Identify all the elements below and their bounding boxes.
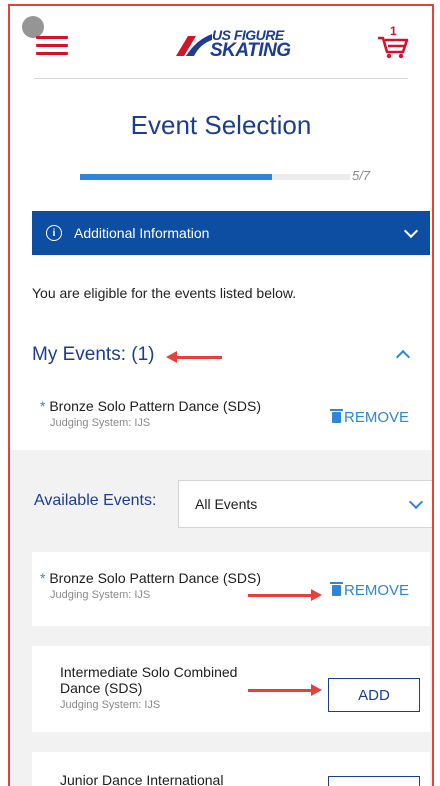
chevron-down-icon xyxy=(408,494,424,510)
add-event-button[interactable] xyxy=(328,776,420,786)
available-event-judging: Judging System: IJS xyxy=(60,699,161,711)
my-events-collapse-chevron-up-icon[interactable] xyxy=(395,349,411,365)
annotation-arrow-left xyxy=(166,351,222,363)
hamburger-icon[interactable] xyxy=(36,34,68,56)
available-event-judging: Judging System: IJS xyxy=(50,589,151,601)
available-event-card: * Bronze Solo Pattern Dance (SDS) Judgin… xyxy=(32,552,430,626)
my-event-remove-button[interactable]: REMOVE xyxy=(330,409,410,426)
trash-icon xyxy=(330,409,343,423)
available-event-name: Bronze Solo Pattern Dance (SDS) xyxy=(49,570,261,586)
info-icon: i xyxy=(46,225,62,241)
progress-bar-fill xyxy=(80,174,272,180)
available-event-name-line1: Intermediate Solo Combined xyxy=(60,664,238,680)
us-figure-skating-logo[interactable]: US FIGURE SKATING xyxy=(174,26,294,62)
header-divider xyxy=(34,78,408,79)
screenshot-frame: US FIGURE SKATING 1 Event Selection 5/7 … xyxy=(8,4,434,786)
available-events-label: Available Events: xyxy=(34,492,157,509)
additional-information-label: Additional Information xyxy=(74,225,210,241)
my-event-name: Bronze Solo Pattern Dance (SDS) xyxy=(49,398,261,414)
available-event-name: Junior Dance International xyxy=(60,772,224,786)
available-event-card: Junior Dance International xyxy=(32,752,430,786)
remove-label: REMOVE xyxy=(344,409,410,426)
available-event-card: Intermediate Solo Combined Dance (SDS) J… xyxy=(32,646,430,732)
additional-information-toggle[interactable]: i Additional Information xyxy=(32,211,430,255)
cart-count-badge: 1 xyxy=(390,24,397,38)
progress-step-label: 5/7 xyxy=(352,168,371,183)
page-title: Event Selection xyxy=(130,110,312,140)
required-star: * xyxy=(40,398,46,414)
my-event-judging: Judging System: IJS xyxy=(50,417,151,429)
event-filter-value: All Events xyxy=(195,496,258,512)
event-filter-select[interactable]: All Events xyxy=(178,480,432,528)
annotation-arrow-right xyxy=(248,684,322,696)
cart-button[interactable]: 1 xyxy=(376,24,410,60)
logo-text-line2: SKATING xyxy=(210,40,291,61)
chevron-down-icon xyxy=(403,223,419,239)
eligibility-message: You are eligible for the events listed b… xyxy=(32,285,297,301)
trash-icon xyxy=(330,582,343,596)
app-header: US FIGURE SKATING 1 xyxy=(10,6,432,78)
remove-label: REMOVE xyxy=(344,582,410,599)
add-event-button[interactable]: ADD xyxy=(328,678,420,712)
my-events-heading: My Events: (1) xyxy=(32,344,155,365)
my-event-item: * Bronze Solo Pattern Dance (SDS) Judgin… xyxy=(40,398,290,429)
required-star: * xyxy=(40,570,46,586)
progress-bar xyxy=(80,174,350,180)
available-event-remove-button[interactable]: REMOVE xyxy=(330,582,410,599)
annotation-arrow-right xyxy=(248,589,322,601)
skater-mark-icon xyxy=(176,34,212,56)
available-event-name-line2: Dance (SDS) xyxy=(60,680,143,696)
